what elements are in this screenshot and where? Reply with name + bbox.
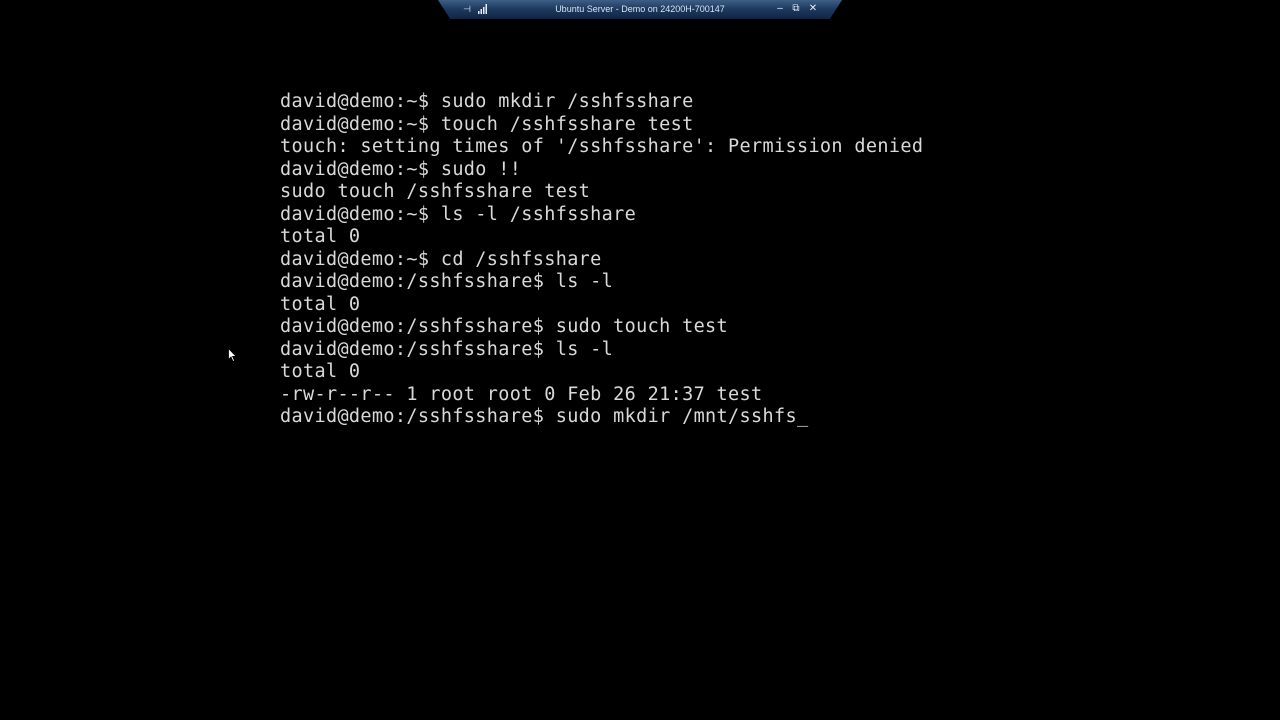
terminal-line: total 0 (280, 361, 361, 382)
terminal-line: touch: setting times of '/sshfsshare': P… (280, 136, 924, 157)
terminal-line: david@demo:/sshfsshare$ sudo touch test (280, 316, 729, 337)
terminal-line: sudo touch /sshfsshare test (280, 181, 591, 202)
restore-icon[interactable]: ⧉ (790, 2, 802, 16)
terminal-output[interactable]: david@demo:~$ sudo mkdir /sshfsshare dav… (280, 91, 1260, 429)
terminal-prompt-line[interactable]: david@demo:/sshfsshare$ sudo mkdir /mnt/… (280, 406, 1260, 429)
connection-bar[interactable]: ⊣ Ubuntu Server - Demo on 24200H-700147 … (438, 0, 842, 19)
terminal-line: david@demo:/sshfsshare$ ls -l (280, 338, 614, 360)
terminal-command-text: david@demo:/sshfsshare$ sudo mkdir /mnt/… (280, 406, 797, 427)
terminal-line: david@demo:~$ ls -l /sshfsshare (280, 203, 637, 225)
connection-title: Ubuntu Server - Demo on 24200H-700147 (555, 4, 725, 14)
signal-strength-icon[interactable] (478, 4, 488, 14)
terminal-line: -rw-r--r-- 1 root root 0 Feb 26 21:37 te… (280, 383, 763, 405)
terminal-line: david@demo:~$ sudo mkdir /sshfsshare (280, 91, 694, 112)
close-icon[interactable]: ✕ (807, 2, 819, 16)
terminal-line: david@demo:~$ sudo !! (280, 158, 522, 180)
terminal-line: david@demo:/sshfsshare$ ls -l (280, 271, 614, 292)
terminal-line: david@demo:~$ cd /sshfsshare (280, 248, 602, 270)
minimize-icon[interactable]: – (774, 2, 786, 16)
terminal-line: total 0 (280, 226, 361, 247)
terminal-line: total 0 (280, 293, 361, 315)
mouse-pointer-icon (228, 348, 237, 362)
terminal-line: david@demo:~$ touch /sshfsshare test (280, 113, 694, 135)
pin-icon[interactable]: ⊣ (462, 3, 472, 15)
terminal-cursor: _ (796, 406, 809, 427)
